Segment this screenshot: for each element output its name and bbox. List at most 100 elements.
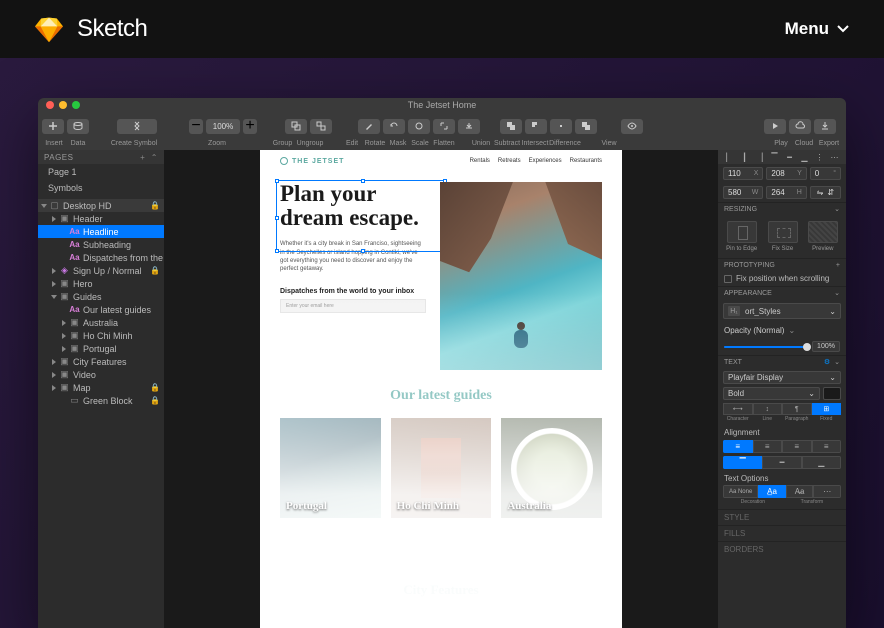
align-left-icon[interactable]: ▏ — [724, 152, 735, 162]
layer-video[interactable]: ▣Video — [38, 368, 164, 381]
union-button[interactable] — [500, 119, 522, 134]
pin-edge-control[interactable] — [727, 221, 757, 243]
flip-field[interactable]: ⇋⇵ — [810, 186, 841, 199]
ungroup-button[interactable] — [310, 119, 332, 134]
text-color-swatch[interactable] — [823, 387, 841, 400]
create-symbol-button[interactable] — [117, 119, 157, 134]
artboard[interactable]: THE JETSET RentalsRetreatsExperiencesRes… — [260, 150, 622, 628]
align-right-button[interactable]: ≡ — [782, 440, 812, 453]
email-input[interactable]: Enter your email here — [280, 299, 426, 313]
rotate-button[interactable] — [383, 119, 405, 134]
fix-size-control[interactable] — [768, 221, 798, 243]
deco-none-button[interactable]: Aa None — [723, 485, 758, 498]
zoom-dot[interactable] — [72, 101, 80, 109]
weight-select[interactable]: Bold⌄ — [723, 387, 820, 400]
deco-underline-button[interactable]: A̲a — [758, 485, 786, 498]
paragraph-field[interactable]: ¶ — [782, 403, 812, 415]
layer-signup[interactable]: ◈Sign Up / Normal🔒 — [38, 264, 164, 277]
difference-button[interactable] — [575, 119, 597, 134]
layer-city-features[interactable]: ▣City Features — [38, 355, 164, 368]
edit-button[interactable] — [358, 119, 380, 134]
layer-headline[interactable]: AaHeadline — [38, 225, 164, 238]
font-select[interactable]: Playfair Display⌄ — [723, 371, 841, 384]
card-hochiminh[interactable]: Ho Chi Minh — [391, 418, 492, 518]
layer-hero[interactable]: ▣Hero — [38, 277, 164, 290]
h-field[interactable]: 264H — [766, 186, 806, 199]
minimize-dot[interactable] — [59, 101, 67, 109]
menu-toggle[interactable]: Menu — [785, 19, 849, 39]
scale-button[interactable] — [433, 119, 455, 134]
align-vcenter-icon[interactable]: ━ — [784, 152, 795, 162]
card-portugal[interactable]: Portugal — [280, 418, 381, 518]
add-icon[interactable]: + — [836, 262, 840, 269]
layer-portugal-folder[interactable]: ▣Portugal — [38, 342, 164, 355]
text-style-select[interactable]: H₁ort_Styles⌄ — [723, 303, 841, 319]
cloud-button[interactable] — [789, 119, 811, 134]
w-field[interactable]: 580W — [723, 186, 763, 199]
page-item[interactable]: Page 1 — [38, 164, 164, 180]
align-right-icon[interactable]: ▕ — [754, 152, 765, 162]
play-button[interactable] — [764, 119, 786, 134]
angle-field[interactable]: 0° — [810, 167, 841, 180]
intersect-button[interactable] — [550, 119, 572, 134]
opacity-value[interactable]: 100% — [812, 341, 840, 352]
align-hcenter-icon[interactable]: ┃ — [739, 152, 750, 162]
layer-australia-folder[interactable]: ▣Australia — [38, 316, 164, 329]
x-field[interactable]: 110X — [723, 167, 763, 180]
deco-strike-button[interactable]: A̶a — [786, 485, 814, 498]
zoom-out-button[interactable]: − — [189, 119, 203, 134]
layer-subheading[interactable]: AaSubheading — [38, 238, 164, 251]
layer-green-block[interactable]: ▭Green Block🔒 — [38, 394, 164, 407]
fix-scroll-checkbox[interactable]: Fix position when scrolling — [718, 271, 846, 286]
headline-text[interactable]: Plan your dream escape. — [280, 182, 426, 230]
valign-middle-button[interactable]: ━ — [762, 456, 801, 469]
valign-bottom-button[interactable]: ▁ — [802, 456, 841, 469]
symbols-item[interactable]: Symbols — [38, 180, 164, 196]
card-australia[interactable]: Australia — [501, 418, 602, 518]
layer-guides[interactable]: ▣Guides — [38, 290, 164, 303]
subtract-button[interactable] — [525, 119, 547, 134]
mask-button[interactable] — [408, 119, 430, 134]
lock-icon[interactable]: 🔒 — [150, 383, 160, 392]
align-center-button[interactable]: ≡ — [753, 440, 783, 453]
y-field[interactable]: 208Y — [766, 167, 806, 180]
distribute-h-icon[interactable]: ⋮ — [814, 152, 825, 162]
opacity-slider[interactable] — [724, 346, 808, 348]
align-left-button[interactable]: ≡ — [723, 440, 753, 453]
distribute-v-icon[interactable]: ⋯ — [829, 152, 840, 162]
alignment-label: Alignment — [718, 425, 846, 440]
valign-top-button[interactable]: ▔ — [723, 456, 762, 469]
gear-icon[interactable]: ⚙ — [824, 358, 830, 366]
close-dot[interactable] — [46, 101, 54, 109]
lock-icon[interactable]: 🔒 — [150, 266, 160, 275]
insert-button[interactable] — [42, 119, 64, 134]
lock-icon[interactable]: 🔒 — [150, 201, 160, 210]
layer-header[interactable]: ▣Header — [38, 212, 164, 225]
h-align-group: ≡ ≡ ≡ ≡ — [723, 440, 841, 453]
data-button[interactable] — [67, 119, 89, 134]
zoom-level[interactable]: 100% — [206, 119, 240, 134]
align-bottom-icon[interactable]: ▁ — [799, 152, 810, 162]
layer-dispatches[interactable]: AaDispatches from the — [38, 251, 164, 264]
layer-map[interactable]: ▣Map🔒 — [38, 381, 164, 394]
logo[interactable]: Sketch — [35, 15, 147, 43]
layer-artboard[interactable]: ▢Desktop HD🔒 — [38, 199, 164, 212]
canvas[interactable]: THE JETSET RentalsRetreatsExperiencesRes… — [164, 150, 718, 628]
text-options-label: Text Options — [718, 469, 846, 485]
fixed-field[interactable]: ⊞ — [812, 403, 842, 415]
view-button[interactable] — [621, 119, 643, 134]
line-height-field[interactable]: ↕ — [753, 403, 783, 415]
layer-hochiminh-folder[interactable]: ▣Ho Chi Minh — [38, 329, 164, 342]
align-top-icon[interactable]: ▔ — [769, 152, 780, 162]
layer-our-latest[interactable]: AaOur latest guides — [38, 303, 164, 316]
zoom-in-button[interactable]: + — [243, 119, 257, 134]
char-spacing-field[interactable]: ⟷ — [723, 403, 753, 415]
deco-dots-button[interactable]: ⋯ — [813, 485, 841, 498]
export-button[interactable] — [814, 119, 836, 134]
text-options-group: Aa None A̲a A̶a ⋯ — [723, 485, 841, 498]
pages-actions[interactable]: + ⌃ — [140, 153, 158, 162]
flatten-button[interactable] — [458, 119, 480, 134]
lock-icon[interactable]: 🔒 — [150, 396, 160, 405]
group-button[interactable] — [285, 119, 307, 134]
align-justify-button[interactable]: ≡ — [812, 440, 842, 453]
